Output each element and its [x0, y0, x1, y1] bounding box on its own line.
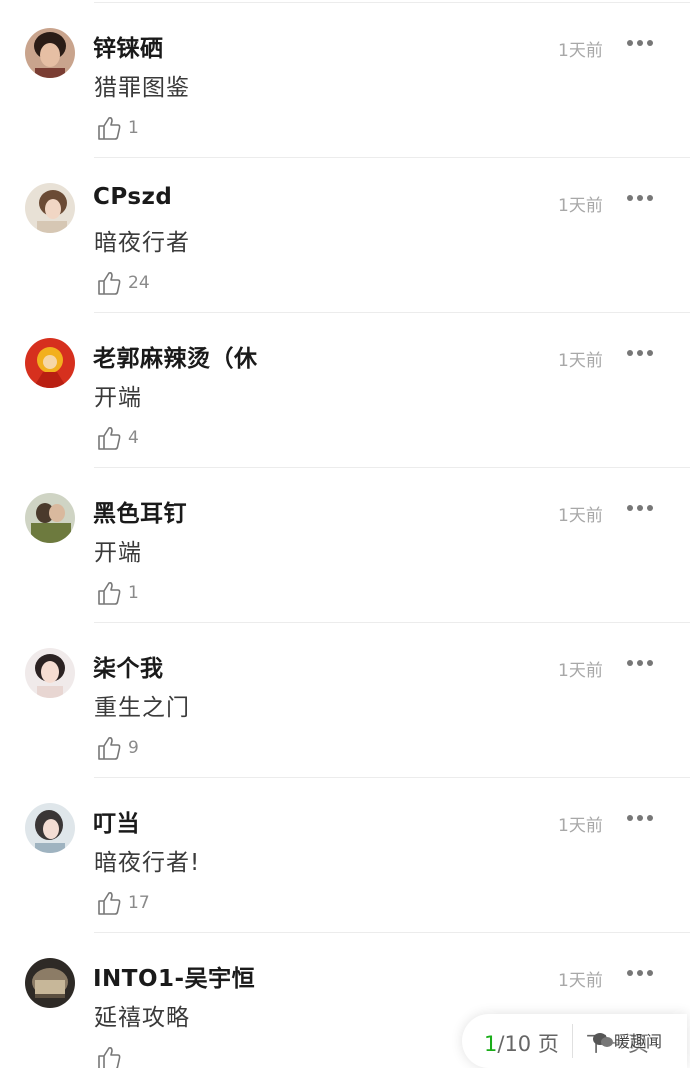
comment-item: 老郭麻辣烫（休 1天前 开端 4 — [0, 313, 690, 468]
like-count: 4 — [128, 428, 139, 448]
thumbs-up-icon — [98, 892, 121, 915]
more-dots-icon[interactable] — [624, 31, 658, 55]
comment-text: 开端 — [94, 385, 142, 411]
like-count: 1 — [128, 583, 139, 603]
comment-text: 暗夜行者 — [94, 230, 190, 256]
username[interactable]: 锌铼硒 — [93, 29, 164, 63]
watermark-label: 暖趣闻 — [614, 1032, 663, 1051]
thumbs-up-icon — [98, 737, 121, 760]
current-page: 1 — [484, 1032, 498, 1056]
comment-item: 叮当 1天前 暗夜行者! 17 — [0, 778, 690, 933]
thumbs-up-icon — [98, 1047, 121, 1068]
like-button[interactable]: 1 — [96, 113, 139, 143]
like-button[interactable]: 9 — [96, 733, 139, 763]
pager-divider — [572, 1024, 573, 1058]
comment-text: 开端 — [94, 540, 142, 566]
avatar[interactable] — [25, 648, 75, 698]
like-button[interactable] — [96, 1043, 128, 1068]
like-button[interactable]: 24 — [96, 268, 150, 298]
comment-text: 猎罪图鉴 — [94, 75, 190, 101]
like-count: 1 — [128, 118, 139, 138]
timestamp: 1天前 — [558, 971, 603, 991]
thumbs-up-icon — [98, 427, 121, 450]
avatar[interactable] — [25, 183, 75, 233]
more-dots-icon[interactable] — [624, 186, 658, 210]
avatar[interactable] — [25, 338, 75, 388]
more-dots-icon[interactable] — [624, 961, 658, 985]
timestamp: 1天前 — [558, 816, 603, 836]
comment-list-page: 锌铼硒 1天前 猎罪图鉴 1 CPszd 1天前 暗夜行者 24 老郭麻辣烫（休… — [0, 0, 690, 1068]
watermark: 暖趣闻 — [592, 1028, 662, 1052]
page-indicator[interactable]: 1/10 页 — [484, 1028, 559, 1058]
username[interactable]: 黑色耳钉 — [93, 494, 187, 528]
timestamp: 1天前 — [558, 351, 603, 371]
avatar[interactable] — [25, 493, 75, 543]
timestamp: 1天前 — [558, 506, 603, 526]
like-button[interactable]: 1 — [96, 578, 139, 608]
total-pages: /10 页 — [497, 1032, 559, 1056]
like-count: 24 — [128, 273, 150, 293]
comment-text: 暗夜行者! — [94, 850, 201, 876]
thumbs-up-icon — [98, 117, 121, 140]
thumbs-up-icon — [98, 582, 121, 605]
more-dots-icon[interactable] — [624, 806, 658, 830]
username[interactable]: 叮当 — [93, 804, 140, 838]
more-dots-icon[interactable] — [624, 651, 658, 675]
timestamp: 1天前 — [558, 196, 603, 216]
more-dots-icon[interactable] — [624, 496, 658, 520]
like-button[interactable]: 17 — [96, 888, 150, 918]
avatar[interactable] — [25, 803, 75, 853]
comment-item: 柒个我 1天前 重生之门 9 — [0, 623, 690, 778]
username[interactable]: 老郭麻辣烫（休 — [93, 339, 258, 373]
username[interactable]: INTO1-吴宇恒 — [93, 959, 255, 993]
comment-text: 延禧攻略 — [94, 1005, 190, 1031]
comment-item: CPszd 1天前 暗夜行者 24 — [0, 158, 690, 313]
username[interactable]: 柒个我 — [93, 649, 164, 683]
username[interactable]: CPszd — [93, 184, 172, 210]
like-button[interactable]: 4 — [96, 423, 139, 453]
timestamp: 1天前 — [558, 41, 603, 61]
comment-text: 重生之门 — [94, 695, 190, 721]
comment-item: 黑色耳钉 1天前 开端 1 — [0, 468, 690, 623]
wechat-logo-icon — [593, 1033, 613, 1047]
more-dots-icon[interactable] — [624, 341, 658, 365]
avatar[interactable] — [25, 958, 75, 1008]
timestamp: 1天前 — [558, 661, 603, 681]
thumbs-up-icon — [98, 272, 121, 295]
avatar[interactable] — [25, 28, 75, 78]
like-count: 17 — [128, 893, 150, 913]
like-count: 9 — [128, 738, 139, 758]
comment-item: 锌铼硒 1天前 猎罪图鉴 1 — [0, 3, 690, 158]
